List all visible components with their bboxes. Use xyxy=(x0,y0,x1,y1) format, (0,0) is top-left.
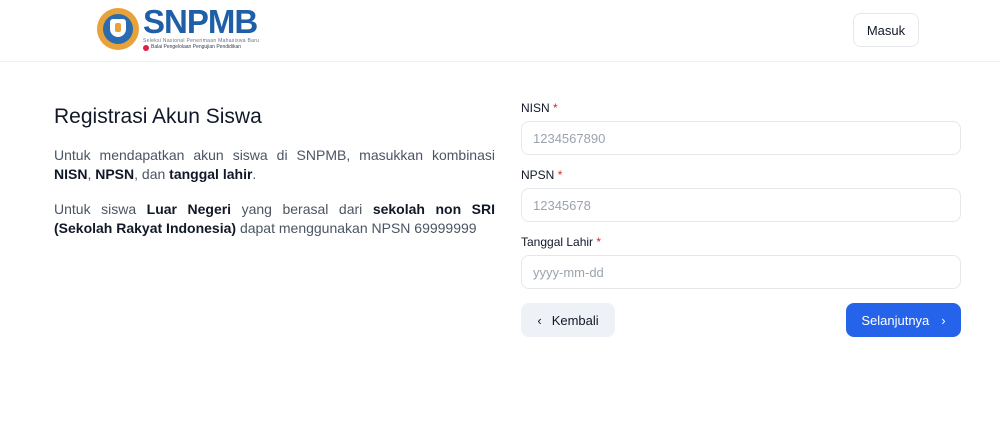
nisn-placeholder: 1234567890 xyxy=(533,130,606,146)
logo-wordmark: SNPMB xyxy=(143,3,258,40)
intro-paragraph-2: Untuk siswa Luar Negeri yang berasal dar… xyxy=(54,201,495,236)
login-button[interactable]: Masuk xyxy=(853,13,919,47)
npsn-placeholder: 12345678 xyxy=(533,197,591,213)
top-navbar: SNPMB Seleksi Nasional Penerimaan Mahasi… xyxy=(0,0,1000,62)
required-marker: * xyxy=(596,235,602,249)
next-button[interactable]: Selanjutnya › xyxy=(846,303,961,337)
npsn-group: NPSN * 12345678 xyxy=(521,167,962,222)
nisn-label: NISN * xyxy=(521,101,558,115)
snpmb-logo[interactable]: SNPMB Seleksi Nasional Penerimaan Mahasi… xyxy=(97,3,259,51)
registration-intro: Registrasi Akun Siswa Untuk mendapatkan … xyxy=(54,104,495,238)
back-button-label: Kembali xyxy=(551,312,599,328)
registration-form: NISN * 1234567890 NPSN * 12345678 Tangga… xyxy=(521,100,962,337)
logo-subtitle-line2: Balai Pengelolaan Pengujian Pendidikan xyxy=(143,44,259,51)
back-button[interactable]: ‹ Kembali xyxy=(521,303,615,337)
chevron-right-icon: › xyxy=(941,312,946,328)
next-button-label: Selanjutnya xyxy=(861,312,930,328)
required-marker: * xyxy=(557,168,563,182)
dob-label: Tanggal Lahir * xyxy=(521,235,602,249)
nisn-input[interactable]: 1234567890 xyxy=(521,121,961,155)
tut-wuri-handayani-emblem-icon xyxy=(97,8,139,50)
form-actions: ‹ Kembali Selanjutnya › xyxy=(521,303,962,337)
required-marker: * xyxy=(553,101,558,115)
page-title: Registrasi Akun Siswa xyxy=(54,105,262,128)
npsn-label: NPSN * xyxy=(521,168,563,182)
intro-paragraph-1: Untuk mendapatkan akun siswa di SNPMB, m… xyxy=(54,147,495,182)
dob-input[interactable]: yyyy-mm-dd xyxy=(521,255,961,289)
chevron-left-icon: ‹ xyxy=(537,312,542,328)
npsn-input[interactable]: 12345678 xyxy=(521,188,961,222)
dob-group: Tanggal Lahir * yyyy-mm-dd xyxy=(521,234,962,289)
logo-text: SNPMB Seleksi Nasional Penerimaan Mahasi… xyxy=(143,3,259,51)
bppp-mark-icon xyxy=(143,44,149,51)
dob-placeholder: yyyy-mm-dd xyxy=(533,264,604,280)
nisn-group: NISN * 1234567890 xyxy=(521,100,962,155)
logo-subtitle-line2-text: Balai Pengelolaan Pengujian Pendidikan xyxy=(151,44,242,50)
